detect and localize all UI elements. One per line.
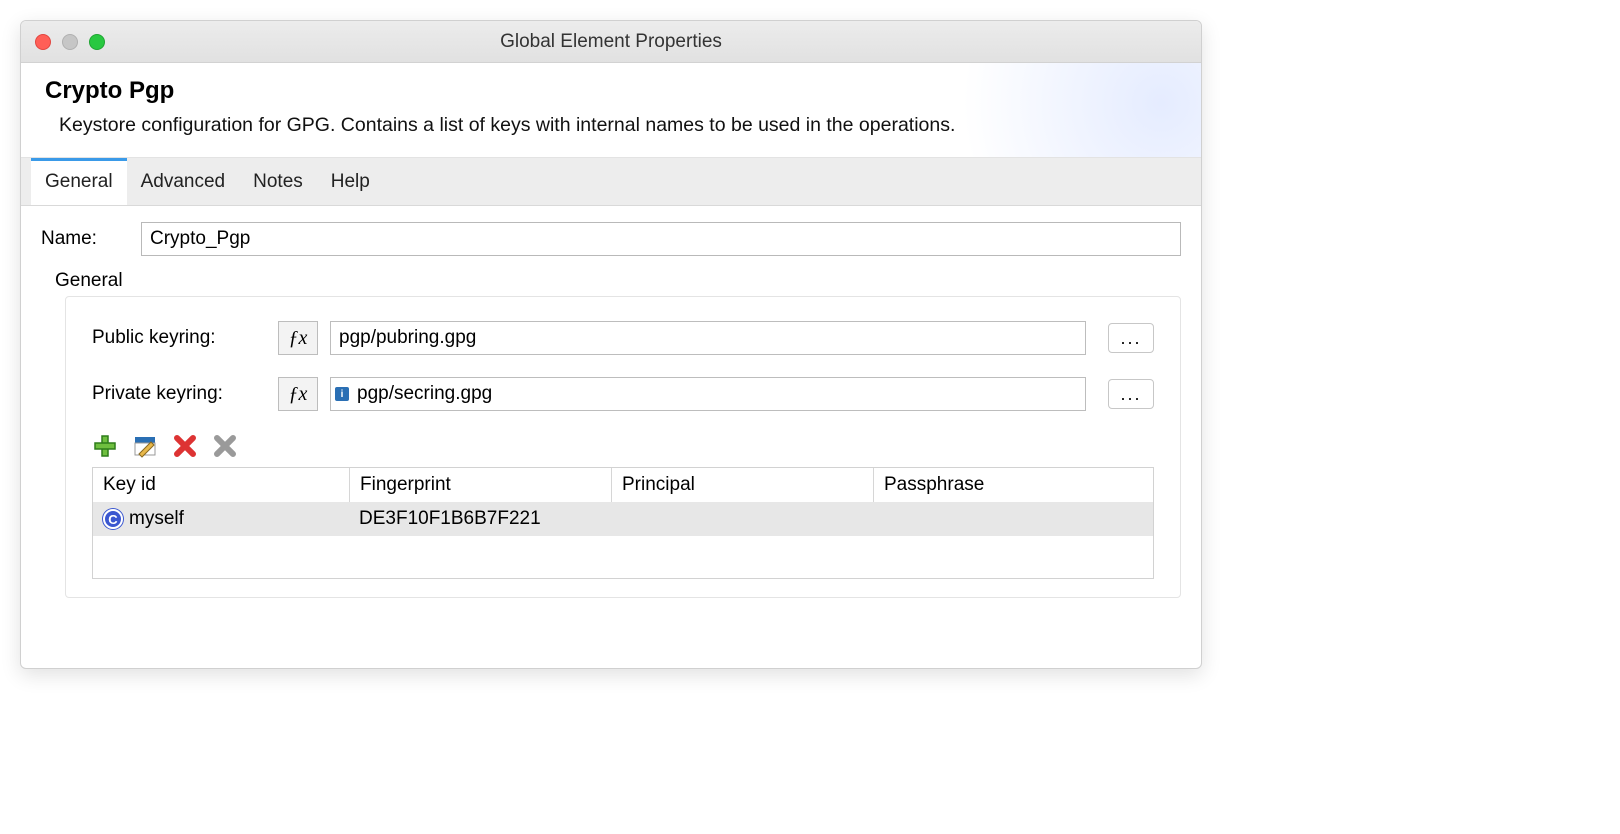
table-header-row: Key id Fingerprint Principal Passphrase xyxy=(93,468,1153,502)
dialog-window: Global Element Properties Crypto Pgp Key… xyxy=(20,20,1202,669)
ellipsis-icon: ... xyxy=(1120,328,1141,349)
row-type-icon: C xyxy=(103,509,123,529)
minimize-icon[interactable] xyxy=(62,34,78,50)
private-keyring-input-wrap: i xyxy=(330,377,1086,411)
titlebar: Global Element Properties xyxy=(21,21,1201,63)
close-icon[interactable] xyxy=(35,34,51,50)
tab-general[interactable]: General xyxy=(31,158,127,205)
page-title: Crypto Pgp xyxy=(45,77,1177,105)
col-principal[interactable]: Principal xyxy=(611,468,873,502)
edit-key-button[interactable] xyxy=(132,433,158,459)
fx-icon: ƒx xyxy=(289,383,308,406)
public-keyring-input-wrap xyxy=(330,321,1086,355)
cell-keyid: myself xyxy=(129,508,184,530)
public-keyring-label: Public keyring: xyxy=(92,327,266,349)
private-keyring-label: Private keyring: xyxy=(92,383,266,405)
zoom-icon[interactable] xyxy=(89,34,105,50)
window-title: Global Element Properties xyxy=(21,31,1201,53)
keys-toolbar xyxy=(92,433,1154,459)
disabled-key-button xyxy=(212,433,238,459)
group-label: General xyxy=(41,264,1181,296)
edit-icon xyxy=(133,434,157,458)
fx-button-private[interactable]: ƒx xyxy=(278,377,318,411)
public-keyring-input[interactable] xyxy=(331,322,1085,354)
browse-public-button[interactable]: ... xyxy=(1108,323,1154,353)
plus-icon xyxy=(93,434,117,458)
table-row[interactable]: C myself DE3F10F1B6B7F221 xyxy=(93,502,1153,536)
tab-help[interactable]: Help xyxy=(317,158,384,205)
add-key-button[interactable] xyxy=(92,433,118,459)
info-icon: i xyxy=(335,387,349,401)
page-subtitle: Keystore configuration for GPG. Contains… xyxy=(45,111,975,139)
fx-button-public[interactable]: ƒx xyxy=(278,321,318,355)
fx-icon: ƒx xyxy=(289,327,308,350)
window-controls xyxy=(35,34,105,50)
col-passphrase[interactable]: Passphrase xyxy=(873,468,1153,502)
col-keyid[interactable]: Key id xyxy=(93,468,349,502)
name-label: Name: xyxy=(41,228,127,250)
tab-body: Name: General Public keyring: ƒx ... Pri… xyxy=(21,206,1201,668)
tabbar: General Advanced Notes Help xyxy=(21,158,1201,206)
name-input[interactable] xyxy=(141,222,1181,256)
private-keyring-input[interactable] xyxy=(349,378,1085,410)
keys-table: Key id Fingerprint Principal Passphrase … xyxy=(92,467,1154,579)
ellipsis-icon: ... xyxy=(1120,384,1141,405)
cell-fingerprint: DE3F10F1B6B7F221 xyxy=(349,502,611,536)
heading-block: Crypto Pgp Keystore configuration for GP… xyxy=(21,63,1201,158)
tab-advanced[interactable]: Advanced xyxy=(127,158,240,205)
table-empty-area xyxy=(93,536,1153,578)
x-disabled-icon xyxy=(213,434,237,458)
delete-key-button[interactable] xyxy=(172,433,198,459)
general-group: Public keyring: ƒx ... Private keyring: … xyxy=(65,296,1181,598)
tab-notes[interactable]: Notes xyxy=(239,158,317,205)
col-fingerprint[interactable]: Fingerprint xyxy=(349,468,611,502)
x-icon xyxy=(173,434,197,458)
browse-private-button[interactable]: ... xyxy=(1108,379,1154,409)
cell-passphrase xyxy=(873,513,1153,525)
cell-principal xyxy=(611,513,873,525)
